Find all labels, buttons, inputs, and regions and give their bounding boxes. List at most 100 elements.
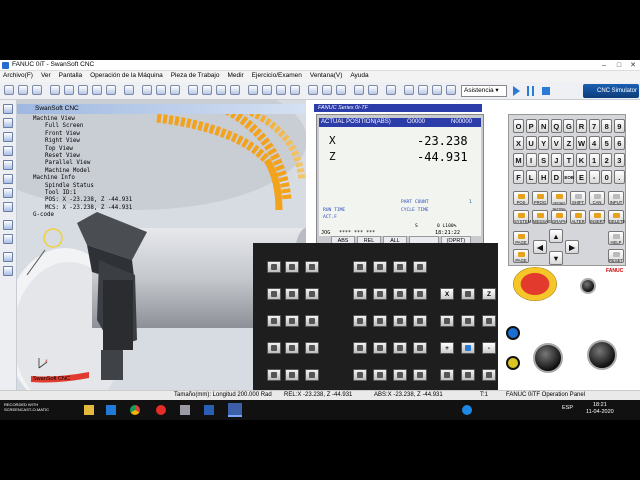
cursor-up-key[interactable]: ▲ [549, 229, 563, 243]
measure-icon[interactable] [170, 85, 180, 95]
panel-button-r1-c3[interactable] [353, 288, 367, 300]
mdi-key-j[interactable]: J [550, 153, 562, 167]
stop-icon[interactable] [542, 87, 550, 95]
panel-button-r4-c5[interactable] [393, 369, 407, 381]
menu-ver[interactable]: Ver [38, 71, 54, 80]
cursor-left-key[interactable]: ◀ [533, 240, 547, 254]
feed-override-knob[interactable] [533, 343, 563, 373]
aux-3-button[interactable] [482, 369, 496, 381]
measure-tool-icon[interactable] [386, 85, 396, 95]
tree-right-view[interactable]: Right View [33, 138, 132, 145]
mdi-key-x[interactable]: X [513, 136, 524, 150]
cursor-down-key[interactable]: ▼ [549, 251, 563, 265]
mdi-key-2[interactable]: 2 [601, 153, 613, 167]
menu-pieza[interactable]: Pieza de Trabajo [168, 71, 223, 80]
panel-button-r1-c6[interactable] [413, 288, 427, 300]
settings-icon[interactable] [180, 405, 190, 415]
panel-button-r0-c5[interactable] [393, 261, 407, 273]
panel-button-r0-c1[interactable] [285, 261, 299, 273]
mdi-key-3[interactable]: 3 [613, 153, 625, 167]
panel-button-r1-c4[interactable] [373, 288, 387, 300]
mdi-key-8[interactable]: 8 [601, 119, 613, 133]
menu-archivo[interactable]: Archivo(F) [0, 71, 36, 80]
mdi-key-h[interactable]: H [538, 170, 550, 184]
refresh-icon[interactable] [124, 85, 134, 95]
axis-6-button[interactable] [482, 315, 496, 327]
offset-key[interactable]: OFFSET SETTING [551, 191, 567, 211]
mdi-key-6[interactable]: 6 [613, 136, 625, 150]
tree-machine-view[interactable]: Machine View [33, 116, 132, 123]
mdi-key-o[interactable]: O [513, 119, 524, 133]
coolant-icon[interactable] [188, 85, 198, 95]
top-view-icon[interactable] [3, 160, 13, 170]
mdi-key-e[interactable]: E [576, 170, 587, 184]
menu-ayuda[interactable]: Ayuda [347, 71, 371, 80]
panel-button-r4-c0[interactable] [267, 369, 281, 381]
question-icon[interactable] [404, 85, 414, 95]
panel-button-r0-c2[interactable] [305, 261, 319, 273]
emergency-stop-button[interactable] [513, 267, 557, 301]
language-indicator[interactable]: ESP [562, 405, 573, 411]
prog-key[interactable]: PROG [532, 191, 548, 205]
toolpath-icon[interactable] [248, 85, 258, 95]
tree-spindle-status[interactable]: Spindle Status [33, 183, 132, 190]
window-icon[interactable] [368, 85, 378, 95]
layout-icon[interactable] [354, 85, 364, 95]
panel-button-r2-c3[interactable] [353, 315, 367, 327]
minimize-button[interactable]: – [597, 60, 611, 71]
mdi-key-i[interactable]: I [525, 153, 537, 167]
panel-button-r2-c6[interactable] [413, 315, 427, 327]
panel-button-r2-c4[interactable] [373, 315, 387, 327]
shift-key[interactable]: SHIFT [570, 191, 586, 205]
panel-button-r1-c5[interactable] [393, 288, 407, 300]
mdi-key-4[interactable]: 4 [588, 136, 600, 150]
message-key[interactable]: MESSAGE [532, 210, 554, 224]
layers-icon[interactable] [3, 252, 13, 262]
tool-icon[interactable] [156, 85, 166, 95]
mdi-key-z[interactable]: Z [563, 136, 575, 150]
alter-key[interactable]: ALTER [570, 210, 586, 224]
tree-top-view[interactable]: Top View [33, 146, 132, 153]
mdi-key-u[interactable]: U [525, 136, 537, 150]
menu-ejercicio[interactable]: Ejercicio/Examen [249, 71, 305, 80]
mdi-key-q[interactable]: Q [550, 119, 562, 133]
clock[interactable]: 18:21 11-04-2020 [586, 402, 614, 416]
jog-minus-button[interactable]: - [482, 342, 496, 354]
panel-button-r3-c1[interactable] [285, 342, 299, 354]
menu-medir[interactable]: Medir [224, 71, 246, 80]
panel-button-r1-c2[interactable] [305, 288, 319, 300]
door-icon[interactable] [202, 85, 212, 95]
grid-icon[interactable] [3, 266, 13, 276]
mdi-key-7[interactable]: 7 [588, 119, 600, 133]
light-icon[interactable] [216, 85, 226, 95]
program-icon[interactable] [322, 85, 332, 95]
panel-icon[interactable] [308, 85, 318, 95]
mdi-key-l[interactable]: L [525, 170, 537, 184]
panel-button-r2-c2[interactable] [305, 315, 319, 327]
rapid-button[interactable] [461, 342, 475, 354]
mode-select[interactable]: Asistencia ▾ [461, 85, 507, 97]
menu-operacion[interactable]: Operación de la Máquina [87, 71, 166, 80]
axis-y-button[interactable] [461, 288, 475, 300]
view-top-icon[interactable] [64, 85, 74, 95]
mdi-key-s[interactable]: S [538, 153, 550, 167]
aux-1-button[interactable] [440, 369, 454, 381]
help-key[interactable]: HELP [608, 231, 624, 245]
panel-button-r3-c5[interactable] [393, 342, 407, 354]
tree-reset-view[interactable]: Reset View [33, 153, 132, 160]
cnc-app-taskbar-icon[interactable] [228, 403, 242, 417]
view-front-icon[interactable] [50, 85, 60, 95]
mdi-key-0[interactable]: 0 [601, 170, 613, 184]
save-icon[interactable] [32, 85, 42, 95]
zoom-out-icon[interactable] [106, 85, 116, 95]
insert-key[interactable]: INSERT [589, 210, 605, 224]
mdi-key-m[interactable]: M [513, 153, 524, 167]
panel-button-r4-c3[interactable] [353, 369, 367, 381]
mdi-key-eob[interactable]: EOB [563, 170, 575, 184]
pause-icon[interactable] [527, 86, 534, 96]
swansoft-icon[interactable] [204, 405, 214, 415]
mdi-key-g[interactable]: G [563, 119, 575, 133]
section-icon[interactable] [230, 85, 240, 95]
panel-button-r3-c2[interactable] [305, 342, 319, 354]
jog-plus-button[interactable]: + [440, 342, 454, 354]
